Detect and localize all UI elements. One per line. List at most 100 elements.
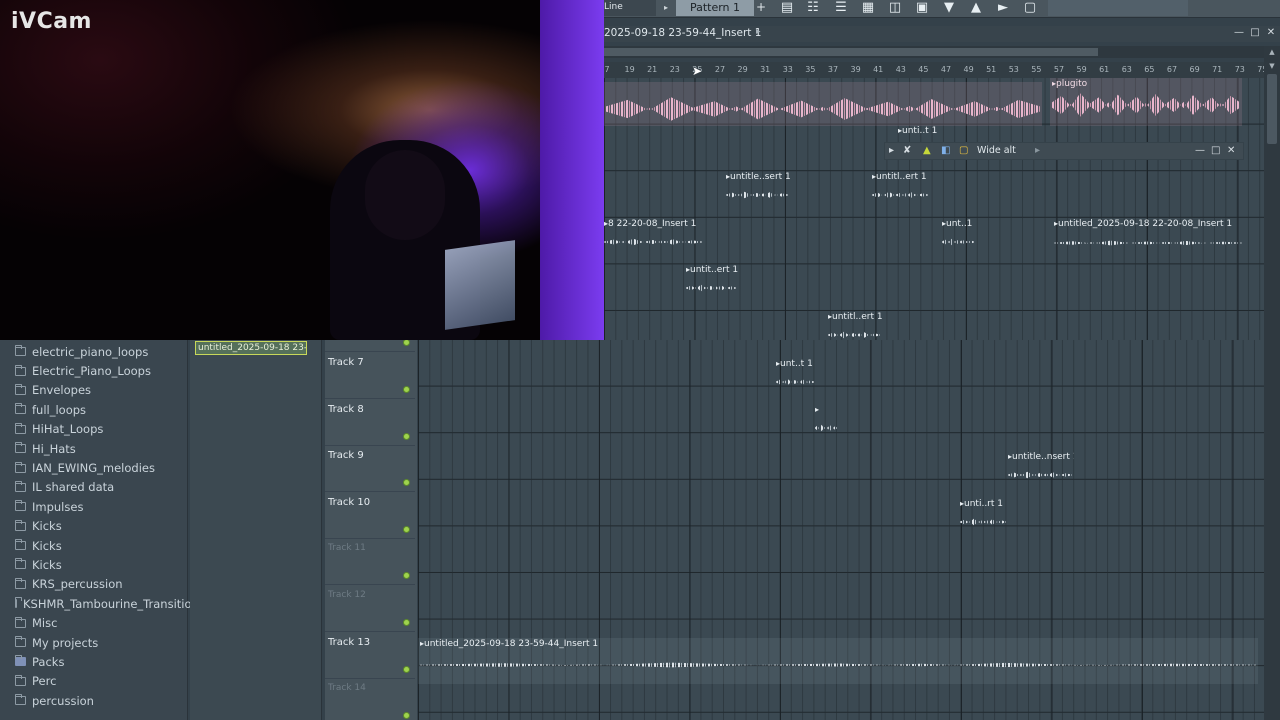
scrollbar-thumb[interactable]: [604, 48, 1098, 56]
audio-clip[interactable]: untitl..ert 1: [870, 171, 930, 211]
browser-folder-label: IAN_EWING_melodies: [32, 461, 155, 476]
upload-icon[interactable]: ▲: [923, 143, 931, 159]
browser-folder[interactable]: Kicks: [0, 536, 188, 555]
chevron-right-icon[interactable]: ▸: [756, 27, 761, 37]
ruler-bar-number: 65: [1144, 65, 1155, 74]
track-mute-led-icon[interactable]: [403, 339, 410, 346]
audio-clip[interactable]: untitle..nsert 1: [1006, 451, 1074, 491]
track-mute-led-icon[interactable]: [403, 712, 410, 720]
browser-folder[interactable]: Envelopes: [0, 381, 188, 400]
browser-folder[interactable]: KSHMR_Tambourine_Transitions: [0, 594, 205, 613]
snap-selector[interactable]: Line: [604, 0, 656, 16]
project-icon[interactable]: ▣: [911, 0, 933, 17]
cut-icon[interactable]: ✘: [903, 143, 911, 159]
track-mute-led-icon[interactable]: [403, 386, 410, 393]
track-mute-led-icon[interactable]: [403, 525, 410, 533]
track-header[interactable]: Track 10: [325, 493, 415, 539]
close-icon[interactable]: ✕: [1227, 143, 1235, 159]
shop-icon[interactable]: ▢: [1019, 0, 1041, 17]
audio-clip[interactable]: unt..t 1: [774, 358, 816, 398]
browser-folder[interactable]: Misc: [0, 613, 188, 632]
browser-folder[interactable]: Kicks: [0, 517, 188, 536]
browser-folder[interactable]: IL shared data: [0, 478, 188, 497]
channel-rack-icon[interactable]: ☰: [830, 0, 852, 17]
track-mute-led-icon[interactable]: [403, 572, 410, 580]
clip-label: unti..t 1: [898, 125, 937, 137]
minimize-icon[interactable]: —: [1232, 27, 1246, 41]
scrollbar-thumb[interactable]: [1267, 74, 1277, 144]
pattern-arrow-icon[interactable]: ▸: [664, 0, 676, 16]
audio-clip-plugito[interactable]: plugito: [1050, 78, 1242, 126]
audio-clip[interactable]: untitle..sert 1: [724, 171, 790, 211]
browser-folder[interactable]: Kicks: [0, 555, 188, 574]
clip-label: 8 22-20-08_Insert 1: [604, 218, 696, 230]
browser-folder[interactable]: Electric_Piano_Loops: [0, 361, 188, 380]
track-header[interactable]: Track 12: [325, 586, 415, 632]
browser-folder[interactable]: Hi_Hats: [0, 439, 188, 458]
browser-folder[interactable]: My projects: [0, 633, 188, 652]
browser-folder-label: HiHat_Loops: [32, 422, 104, 437]
audio-clip[interactable]: untitl..ert 1: [826, 311, 882, 351]
vertical-scrollbar[interactable]: ▲ ▼: [1264, 46, 1280, 720]
browser-folder[interactable]: percussion: [0, 691, 188, 710]
browser-folder-list: electric_piano_loops Electric_Piano_Loops…: [0, 342, 205, 710]
color-icon[interactable]: ▢: [959, 143, 968, 159]
mixer-icon[interactable]: ▦: [857, 0, 879, 17]
track-mute-led-icon[interactable]: [403, 619, 410, 626]
track-header[interactable]: Track 8: [325, 400, 415, 446]
plugin-picker-icon[interactable]: ◫: [884, 0, 906, 17]
audio-clip[interactable]: untitled_2025-09-18 22-20-08_Insert 1: [1052, 218, 1244, 258]
browser-folder[interactable]: electric_piano_loops: [0, 342, 188, 361]
mirror-icon[interactable]: ◧: [941, 143, 950, 159]
maximize-icon[interactable]: □: [1211, 143, 1220, 159]
track-header[interactable]: Track 9: [325, 446, 415, 493]
browser-folder[interactable]: Impulses: [0, 497, 188, 516]
picker-selected-clip[interactable]: untitled_2025-09-18 23-...: [195, 341, 307, 355]
track-header[interactable]: Track 13: [325, 633, 415, 679]
audio-clip[interactable]: unt..1: [940, 218, 976, 258]
track-header[interactable]: Track 14: [325, 679, 415, 720]
browser-folder-label: electric_piano_loops: [32, 344, 149, 359]
browser-folder[interactable]: full_loops: [0, 400, 188, 419]
audio-clip[interactable]: [813, 404, 839, 444]
audio-clip[interactable]: [604, 82, 1042, 126]
ruler-bar-number: 67: [1166, 65, 1178, 74]
browser-icon[interactable]: ▼: [938, 0, 960, 17]
browser-folder[interactable]: HiHat_Loops: [0, 420, 188, 439]
tempo-icon[interactable]: ►: [992, 0, 1014, 17]
minimize-icon[interactable]: —: [1195, 143, 1205, 159]
chevron-up-icon[interactable]: ▲: [1267, 48, 1277, 58]
audio-clip[interactable]: 8 22-20-08_Insert 1: [602, 218, 704, 258]
clip-label: untitle..sert 1: [726, 171, 790, 183]
playlist-icon[interactable]: ▤: [776, 0, 798, 17]
track-header[interactable]: Track 7: [325, 353, 415, 399]
ruler-bar-number: 61: [1099, 65, 1110, 74]
horizontal-scrollbar[interactable]: [604, 46, 1264, 58]
track-mute-led-icon[interactable]: [403, 665, 410, 673]
pattern-selector[interactable]: Pattern 1: [676, 0, 754, 16]
track-name: Track 12: [328, 590, 366, 600]
browser-folder[interactable]: KRS_percussion: [0, 575, 188, 594]
audio-clip[interactable]: unti..rt 1: [958, 498, 1008, 538]
track-mute-led-icon[interactable]: [403, 432, 410, 440]
track-mute-led-icon[interactable]: [403, 479, 410, 487]
audio-clip[interactable]: untitled_2025-09-18 23-59-44_Insert 1: [418, 638, 1258, 684]
browser-folder[interactable]: Perc: [0, 672, 188, 691]
timeline-ruler[interactable]: 7 19 21 23 25 27 29 31 33 35 37 39 41 43 45 47 49 51 53 55 5…: [604, 62, 1264, 78]
record-icon[interactable]: ▲: [965, 0, 987, 17]
browser-folder[interactable]: Packs: [0, 652, 188, 671]
track-header[interactable]: Track 11: [325, 539, 415, 586]
chevron-down-icon[interactable]: ▼: [1267, 62, 1277, 72]
chevron-right-icon[interactable]: ▸: [1035, 143, 1040, 159]
maximize-icon[interactable]: □: [1248, 27, 1262, 41]
waveform: [1054, 240, 1242, 246]
add-pattern-button[interactable]: +: [754, 0, 768, 16]
audio-clip[interactable]: unti..t 1: [896, 125, 946, 141]
browser-folder-label: Electric_Piano_Loops: [32, 364, 151, 379]
audio-clip[interactable]: untit..ert 1: [684, 264, 738, 304]
piano-roll-icon[interactable]: ☷: [802, 0, 824, 17]
clip-name[interactable]: Wide alt: [977, 143, 1016, 159]
browser-folder[interactable]: IAN_EWING_melodies: [0, 458, 188, 477]
play-icon[interactable]: ▸: [889, 143, 894, 159]
close-icon[interactable]: ✕: [1264, 27, 1278, 41]
